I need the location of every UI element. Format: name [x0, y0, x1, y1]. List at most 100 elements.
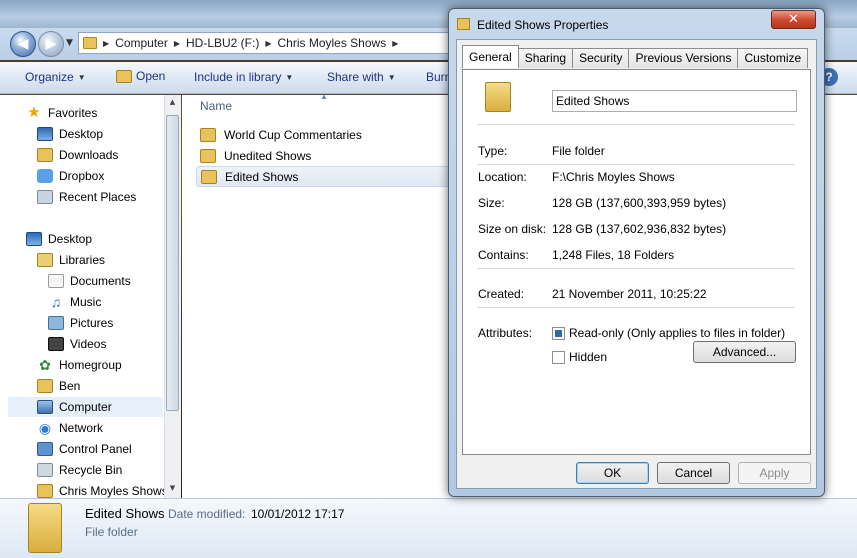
hidden-label: Hidden	[569, 350, 608, 364]
share-with-button[interactable]: Share with ▼	[327, 70, 410, 84]
organize-button[interactable]: Organize ▼	[25, 70, 100, 84]
nav-scrollbar-thumb[interactable]	[166, 115, 179, 411]
scroll-down-icon[interactable]: ▼	[166, 484, 179, 498]
user-folder-icon	[37, 379, 53, 393]
recent-places-icon	[37, 190, 53, 204]
ok-button[interactable]: OK	[576, 462, 649, 484]
nav-favorites[interactable]: ★ Favorites	[26, 103, 97, 123]
breadcrumb-drive[interactable]: HD-LBU2 (F:)	[186, 36, 259, 50]
general-tab-panel: Type: File folder Location: F:\Chris Moy…	[462, 69, 811, 455]
folder-icon	[457, 18, 470, 30]
apply-button[interactable]: Apply	[738, 462, 811, 484]
nav-computer[interactable]: Computer	[8, 397, 163, 417]
contains-value: 1,248 Files, 18 Folders	[552, 248, 675, 262]
nav-music[interactable]: ♫ Music	[48, 292, 102, 312]
nav-label: Recent Places	[59, 190, 137, 204]
open-button[interactable]: Open	[116, 69, 179, 83]
nav-documents[interactable]: Documents	[48, 271, 131, 291]
recycle-bin-icon	[37, 463, 53, 477]
nav-label: Favorites	[48, 106, 98, 120]
breadcrumb-folder[interactable]: Chris Moyles Shows	[278, 36, 387, 50]
details-name: Edited Shows	[85, 506, 165, 521]
properties-dialog: Edited Shows Properties ✕ General Sharin…	[448, 8, 825, 497]
nav-dropbox[interactable]: Dropbox	[37, 166, 104, 186]
chevron-right-icon[interactable]: ▶	[174, 39, 180, 48]
nav-label: Computer	[59, 400, 112, 414]
hidden-checkbox[interactable]: Hidden	[552, 350, 607, 364]
network-icon: ◉	[38, 420, 52, 436]
nav-label: Recycle Bin	[59, 463, 123, 477]
desktop-icon	[37, 127, 53, 141]
tab-customize[interactable]: Customize	[737, 48, 809, 68]
folder-name-field[interactable]	[552, 90, 797, 112]
dialog-body: General Sharing Security Previous Versio…	[456, 39, 817, 489]
checkbox-icon[interactable]	[552, 350, 565, 364]
details-modified-label: Date modified:	[168, 507, 246, 521]
include-label: Include in library	[194, 70, 282, 84]
divider	[477, 268, 795, 269]
folder-icon	[200, 127, 216, 142]
tab-previous-versions[interactable]: Previous Versions	[628, 48, 739, 68]
nav-homegroup[interactable]: ✿ Homegroup	[37, 355, 122, 375]
tab-security[interactable]: Security	[572, 48, 630, 68]
readonly-label: Read-only (Only applies to files in fold…	[569, 326, 786, 340]
type-label: Type:	[478, 144, 508, 158]
forward-button[interactable]: ▶	[38, 31, 64, 57]
divider	[477, 307, 795, 308]
tab-sharing[interactable]: Sharing	[517, 48, 574, 68]
nav-label: Music	[70, 295, 102, 309]
tab-strip: General Sharing Security Previous Versio…	[462, 45, 809, 68]
breadcrumb[interactable]: ▶ Computer ▶ HD-LBU2 (F:) ▶ Chris Moyles…	[78, 32, 450, 54]
checkbox-indeterminate-icon[interactable]	[552, 326, 565, 340]
chevron-down-icon: ▼	[387, 72, 396, 82]
nav-desktop-root[interactable]: Desktop	[26, 229, 92, 249]
list-item[interactable]: World Cup Commentaries	[196, 124, 456, 145]
include-in-library-button[interactable]: Include in library ▼	[194, 70, 307, 84]
chevron-right-icon[interactable]: ▶	[103, 39, 109, 48]
nav-network[interactable]: ◉ Network	[37, 418, 103, 438]
nav-recycle-bin[interactable]: Recycle Bin	[37, 460, 122, 480]
nav-label: Pictures	[70, 316, 114, 330]
nav-label: Downloads	[59, 148, 119, 162]
nav-label: Videos	[70, 337, 107, 351]
nav-control-panel[interactable]: Control Panel	[37, 439, 132, 459]
share-label: Share with	[327, 70, 384, 84]
readonly-checkbox[interactable]: Read-only (Only applies to files in fold…	[552, 326, 785, 340]
list-item[interactable]: Edited Shows	[196, 166, 456, 187]
desktop-icon	[26, 232, 42, 246]
scroll-up-icon[interactable]: ▲	[166, 98, 179, 112]
nav-pictures[interactable]: Pictures	[48, 313, 113, 333]
nav-label: Dropbox	[59, 169, 105, 183]
tab-general[interactable]: General	[462, 45, 519, 68]
breadcrumb-computer[interactable]: Computer	[115, 36, 168, 50]
divider	[477, 124, 795, 125]
chevron-right-icon[interactable]: ▶	[392, 39, 398, 48]
recent-pages-dropdown-icon[interactable]: ▼	[66, 38, 73, 48]
file-name: Unedited Shows	[224, 148, 312, 163]
nav-videos[interactable]: Videos	[48, 334, 106, 354]
nav-downloads[interactable]: Downloads	[37, 145, 118, 165]
nav-libraries[interactable]: Libraries	[37, 250, 105, 270]
nav-recent-places[interactable]: Recent Places	[37, 187, 136, 207]
list-item[interactable]: Unedited Shows	[196, 145, 456, 166]
close-button[interactable]: ✕	[771, 10, 816, 29]
nav-desktop[interactable]: Desktop	[37, 124, 103, 144]
chevron-right-icon[interactable]: ▶	[265, 39, 271, 48]
back-button[interactable]: ◀	[10, 31, 36, 57]
attributes-label: Attributes:	[478, 326, 533, 340]
chevron-down-icon: ▼	[285, 72, 294, 82]
nav-label: Desktop	[48, 232, 93, 246]
contains-label: Contains:	[478, 248, 529, 262]
cancel-button[interactable]: Cancel	[657, 462, 730, 484]
open-label: Open	[136, 69, 166, 83]
advanced-button[interactable]: Advanced...	[693, 341, 796, 363]
dialog-title: Edited Shows Properties	[477, 18, 609, 32]
nav-label: Ben	[59, 379, 81, 393]
organize-label: Organize	[25, 70, 74, 84]
music-icon: ♫	[50, 294, 62, 310]
nav-ben[interactable]: Ben	[37, 376, 80, 396]
column-header-name[interactable]: Name	[200, 99, 232, 113]
folder-icon	[200, 148, 216, 163]
nav-label: Network	[59, 421, 104, 435]
size-on-disk-value: 128 GB (137,602,936,832 bytes)	[552, 222, 727, 236]
